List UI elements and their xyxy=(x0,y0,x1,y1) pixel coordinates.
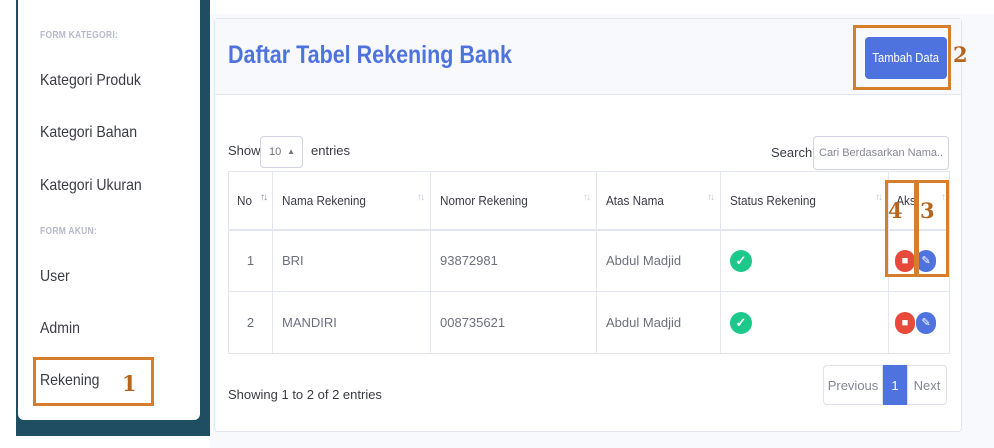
cell-nomor-rekening: 008735621 xyxy=(430,291,597,354)
table-header-row: No ↑↓ Nama Rekening ↑↓ Nomor Rekening ↑↓ At… xyxy=(228,171,950,231)
pagination-previous[interactable]: Previous xyxy=(823,365,883,405)
cell-status-rekening: ✓ xyxy=(720,229,889,292)
sidebar-bottom-edge xyxy=(0,436,210,448)
column-header-label: No xyxy=(237,192,252,208)
select-arrow-icon: ▲ xyxy=(287,147,295,156)
sidebar-item-kategori-bahan[interactable]: Kategori Bahan xyxy=(40,124,137,142)
table-info: Showing 1 to 2 of 2 entries xyxy=(228,387,382,402)
sidebar-heading-kategori: FORM KATEGORI: xyxy=(40,30,119,41)
cell-status-rekening: ✓ xyxy=(720,291,889,354)
pagination-page[interactable]: 1 xyxy=(883,365,907,405)
trash-icon: ■ xyxy=(901,316,909,329)
delete-button[interactable]: ■ xyxy=(895,311,915,334)
edit-button[interactable]: ✎ xyxy=(916,311,936,334)
sidebar-item-kategori-produk[interactable]: Kategori Produk xyxy=(40,72,141,90)
sidebar-item-user[interactable]: User xyxy=(40,268,70,286)
annotation-box-2 xyxy=(853,25,951,90)
column-header-atas-nama[interactable]: Atas Nama ↑↓ xyxy=(596,171,721,231)
cell-atas-nama: Abdul Madjid xyxy=(596,229,721,292)
column-header-nomor-rekening[interactable]: Nomor Rekening ↑↓ xyxy=(430,171,597,231)
sidebar-item-admin[interactable]: Admin xyxy=(40,320,80,338)
rekening-table: No ↑↓ Nama Rekening ↑↓ Nomor Rekening ↑↓ At… xyxy=(228,171,950,354)
sort-icon: ↑↓ xyxy=(260,192,268,203)
sidebar-item-kategori-ukuran[interactable]: Kategori Ukuran xyxy=(40,177,142,195)
search-label: Search: xyxy=(771,145,816,160)
annotation-number-2: 2 xyxy=(953,42,968,67)
show-label: Show xyxy=(228,143,261,158)
page-length-select[interactable]: 10 ▲ xyxy=(260,136,303,168)
column-header-label: Nama Rekening xyxy=(282,192,366,208)
cell-nama-rekening: MANDIRI xyxy=(272,291,431,354)
annotation-number-4: 4 xyxy=(888,198,903,223)
page-title: Daftar Tabel Rekening Bank xyxy=(228,41,512,69)
sort-icon: ↑↓ xyxy=(417,192,425,203)
cell-no: 2 xyxy=(228,291,273,354)
annotation-box-4 xyxy=(885,180,917,277)
column-header-label: Atas Nama xyxy=(606,192,664,208)
column-header-status-rekening[interactable]: Status Rekening ↑↓ xyxy=(720,171,889,231)
sort-icon: ↑↓ xyxy=(707,192,715,203)
pagination: Previous 1 Next xyxy=(823,365,947,405)
cell-aksi: ■ ✎ xyxy=(888,291,950,354)
sort-icon: ↑↓ xyxy=(875,192,883,203)
annotation-number-1: 1 xyxy=(122,371,137,396)
table-row: 1 BRI 93872981 Abdul Madjid ✓ ■ ✎ xyxy=(228,229,950,292)
column-header-no[interactable]: No ↑↓ xyxy=(228,171,273,231)
sidebar-edge xyxy=(0,0,16,448)
rekening-card: Daftar Tabel Rekening Bank Tambah Data S… xyxy=(214,18,962,432)
pencil-icon: ✎ xyxy=(921,316,931,329)
search-input[interactable] xyxy=(813,136,949,170)
column-header-label: Nomor Rekening xyxy=(440,192,528,208)
table-row: 2 MANDIRI 008735621 Abdul Madjid ✓ ■ ✎ xyxy=(228,291,950,354)
page-length-value: 10 xyxy=(269,146,282,158)
column-header-label: Status Rekening xyxy=(730,192,816,208)
sort-icon: ↑↓ xyxy=(583,192,591,203)
cell-no: 1 xyxy=(228,229,273,292)
cell-nomor-rekening: 93872981 xyxy=(430,229,597,292)
column-header-nama-rekening[interactable]: Nama Rekening ↑↓ xyxy=(272,171,431,231)
cell-atas-nama: Abdul Madjid xyxy=(596,291,721,354)
cell-nama-rekening: BRI xyxy=(272,229,431,292)
annotation-number-3: 3 xyxy=(920,198,935,223)
check-circle-icon: ✓ xyxy=(730,249,752,272)
pagination-next[interactable]: Next xyxy=(907,365,947,405)
entries-label: entries xyxy=(311,143,351,158)
card-header: Daftar Tabel Rekening Bank Tambah Data xyxy=(215,19,961,95)
sidebar-heading-akun: FORM AKUN: xyxy=(40,226,98,237)
check-circle-icon: ✓ xyxy=(730,311,752,334)
annotation-box-3 xyxy=(916,180,949,277)
